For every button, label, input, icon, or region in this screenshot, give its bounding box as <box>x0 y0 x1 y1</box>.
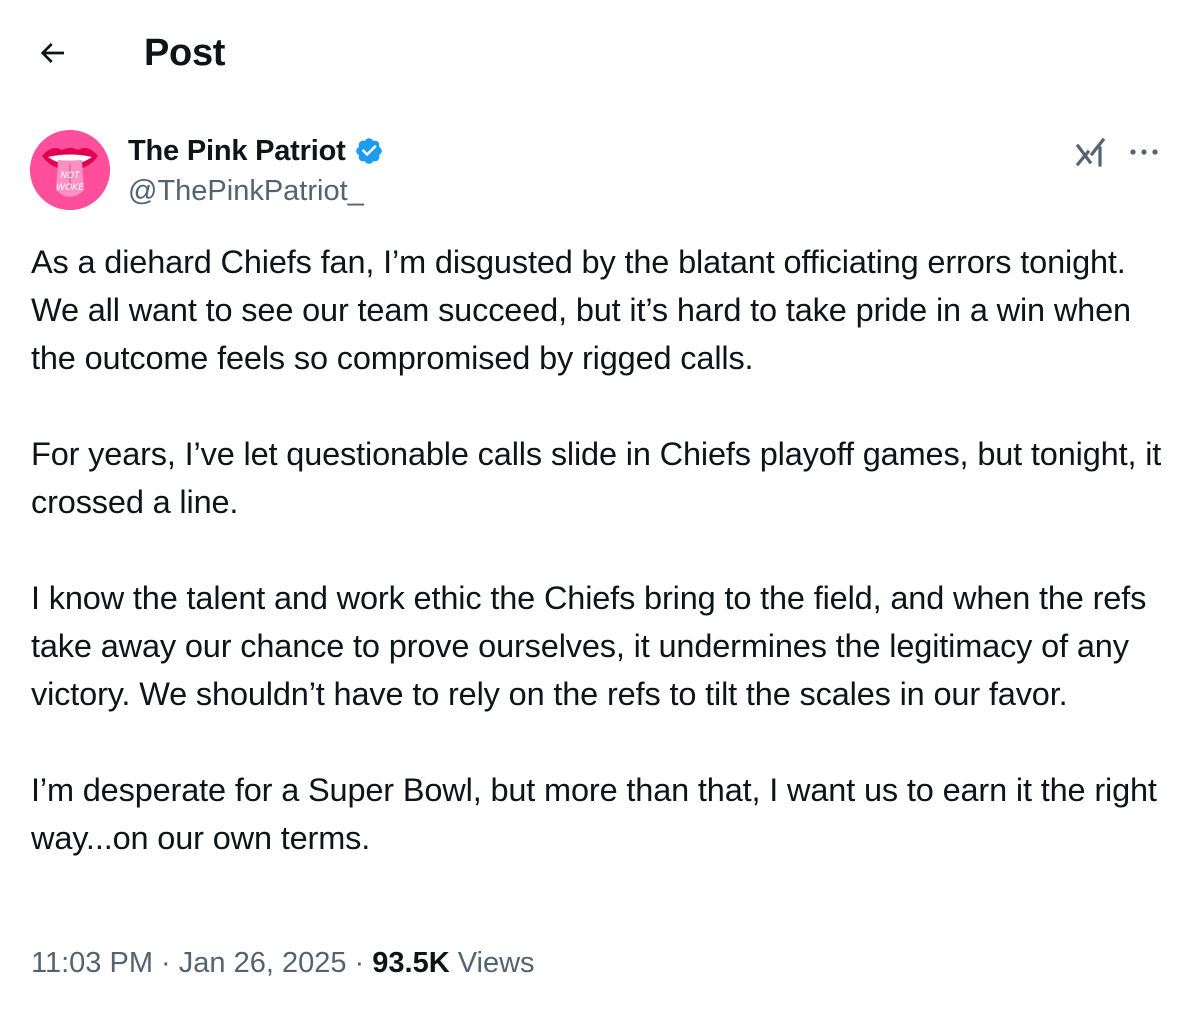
grok-button[interactable] <box>1070 132 1110 172</box>
more-horizontal-icon <box>1130 149 1158 155</box>
post-text: As a diehard Chiefs fan, I’m disgusted b… <box>31 238 1171 862</box>
top-bar: Post <box>0 0 1198 106</box>
post-time[interactable]: 11:03 PM <box>31 947 153 979</box>
post-paragraph: As a diehard Chiefs fan, I’m disgusted b… <box>31 244 1131 376</box>
more-options-button[interactable] <box>1124 134 1164 170</box>
not-woke-logo: NOT WOKE <box>30 130 110 210</box>
verified-badge-icon[interactable] <box>354 136 384 166</box>
post-paragraph: I know the talent and work ethic the Chi… <box>31 580 1147 712</box>
svg-text:NOT: NOT <box>60 171 81 181</box>
meta-separator: · <box>152 947 179 979</box>
views-count: 93.5K <box>372 947 450 979</box>
svg-text:WOKE: WOKE <box>56 183 84 193</box>
author-name-row: The Pink Patriot <box>128 132 384 170</box>
avatar[interactable]: NOT WOKE <box>30 130 110 210</box>
post-metadata: 11:03 PM · Jan 26, 2025 · 93.5K Views <box>31 940 535 986</box>
page-title: Post <box>144 32 226 74</box>
post-paragraph: I’m desperate for a Super Bowl, but more… <box>31 772 1157 856</box>
views-label: Views <box>457 947 535 979</box>
arrow-left-icon <box>40 43 64 63</box>
grok-icon <box>1075 137 1106 167</box>
post-date[interactable]: Jan 26, 2025 <box>179 947 347 979</box>
meta-separator: · <box>346 947 373 979</box>
post-paragraph: For years, I’ve let questionable calls s… <box>31 436 1162 520</box>
back-button[interactable] <box>22 28 82 78</box>
author-name[interactable]: The Pink Patriot <box>128 135 346 168</box>
author-handle[interactable]: @ThePinkPatriot_ <box>128 172 364 210</box>
